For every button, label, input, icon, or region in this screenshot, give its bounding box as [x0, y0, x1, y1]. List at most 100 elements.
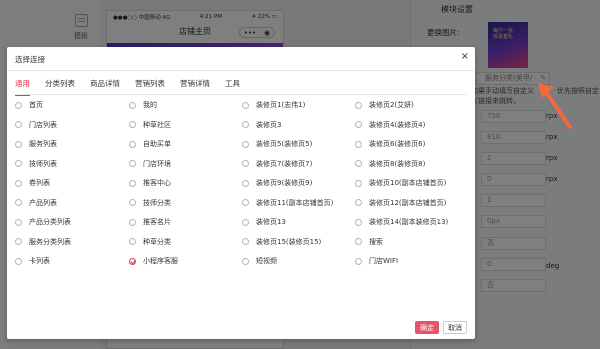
link-option-label: 种草分类 [143, 237, 171, 246]
link-option[interactable]: 首页 [15, 99, 43, 111]
radio-icon[interactable] [242, 257, 249, 265]
link-option[interactable]: 小程序客服 [129, 255, 178, 267]
radio-icon[interactable] [15, 140, 22, 148]
radio-icon[interactable] [15, 160, 22, 167]
radio-checked-icon[interactable] [129, 257, 136, 265]
link-option[interactable]: 产品列表 [15, 197, 57, 209]
link-option[interactable]: 装修页4(装修页4) [355, 119, 425, 131]
radio-icon[interactable] [129, 101, 136, 109]
link-option-label: 装修页5(装修页5) [256, 140, 313, 148]
radio-icon[interactable] [355, 140, 362, 148]
link-option[interactable]: 装修页12(副本店铺首页) [355, 197, 446, 209]
link-option[interactable]: 搜索 [355, 236, 383, 248]
modal-title: 选择连接 [15, 55, 45, 64]
radio-icon[interactable] [242, 101, 249, 109]
tab-1[interactable]: 分类列表 [45, 78, 75, 92]
link-option[interactable]: 装修页6(装修页6) [355, 138, 425, 150]
link-option[interactable]: 装修页8(装修页8) [355, 158, 425, 170]
radio-icon[interactable] [355, 257, 362, 265]
radio-icon[interactable] [355, 101, 362, 109]
radio-icon[interactable] [15, 179, 22, 187]
radio-icon[interactable] [15, 121, 22, 128]
link-option-label: 首页 [29, 101, 43, 109]
radio-icon[interactable] [242, 218, 249, 226]
link-option[interactable]: 推客中心 [129, 177, 171, 189]
link-option-label: 装修页10(副本店铺首页) [369, 179, 447, 187]
link-option-label: 装修页14(副本装修页13) [369, 218, 449, 226]
link-option[interactable]: 短视频 [242, 255, 277, 267]
radio-icon[interactable] [355, 179, 362, 187]
modal-header: 选择连接 × [7, 47, 475, 71]
radio-icon[interactable] [355, 121, 362, 128]
link-option[interactable]: 门店列表 [15, 119, 57, 131]
cancel-button[interactable]: 取消 [443, 321, 467, 334]
tab-3[interactable]: 营销列表 [135, 78, 165, 92]
radio-icon[interactable] [355, 238, 362, 245]
link-option-label: 装修页1(志伟1) [256, 101, 306, 109]
link-option[interactable]: 种草社区 [129, 119, 171, 131]
link-option[interactable]: 推客名片 [129, 216, 171, 228]
link-option[interactable]: 装修页13 [242, 216, 286, 228]
close-icon[interactable]: × [461, 51, 469, 62]
radio-icon[interactable] [15, 101, 22, 109]
radio-icon[interactable] [242, 140, 249, 148]
link-option[interactable]: 装修页5(装修页5) [242, 138, 312, 150]
link-option-label: 短视频 [256, 257, 277, 265]
link-option-label: 产品列表 [29, 198, 57, 207]
link-option[interactable]: 产品分类列表 [15, 216, 71, 228]
tab-0[interactable]: 通用 [15, 78, 30, 96]
link-option[interactable]: 券列表 [15, 177, 50, 189]
radio-icon[interactable] [355, 160, 362, 167]
radio-icon[interactable] [242, 238, 249, 245]
radio-icon[interactable] [15, 218, 22, 226]
link-option[interactable]: 门店环境 [129, 158, 171, 170]
tab-5[interactable]: 工具 [225, 78, 240, 92]
tabs-divider [15, 94, 467, 95]
radio-icon[interactable] [129, 160, 136, 167]
radio-icon[interactable] [355, 218, 362, 226]
radio-icon[interactable] [129, 140, 136, 148]
link-option-label: 搜索 [369, 237, 383, 246]
radio-icon[interactable] [242, 179, 249, 187]
link-option[interactable]: 装修页1(志伟1) [242, 99, 305, 111]
link-option[interactable]: 装修页14(副本装修页13) [355, 216, 448, 228]
link-option[interactable]: 种草分类 [129, 236, 171, 248]
radio-icon[interactable] [129, 238, 136, 245]
radio-icon[interactable] [15, 238, 22, 245]
link-option[interactable]: 自助买单 [129, 138, 171, 150]
link-option[interactable]: 技师列表 [15, 158, 57, 170]
link-option-label: 产品分类列表 [29, 218, 71, 226]
link-option[interactable]: 装修页9(装修页9) [242, 177, 312, 189]
link-option[interactable]: 服务列表 [15, 138, 57, 150]
link-option[interactable]: 服务分类列表 [15, 236, 71, 248]
link-option[interactable]: 技师分类 [129, 197, 171, 209]
link-option[interactable]: 装修页15(装修页15) [242, 236, 321, 248]
tab-2[interactable]: 商品详情 [90, 78, 120, 92]
radio-icon[interactable] [129, 218, 136, 226]
tab-4[interactable]: 营销详情 [180, 78, 210, 92]
link-option-label: 技师分类 [143, 198, 171, 207]
confirm-button[interactable]: 确定 [415, 321, 439, 334]
link-option-label: 装修页4(装修页4) [369, 120, 426, 129]
radio-icon[interactable] [242, 121, 249, 128]
radio-icon[interactable] [129, 199, 136, 206]
radio-icon[interactable] [15, 257, 22, 265]
link-option[interactable]: 装修页10(副本店铺首页) [355, 177, 446, 189]
radio-icon[interactable] [242, 160, 249, 167]
link-option[interactable]: 我的 [129, 99, 157, 111]
radio-icon[interactable] [15, 199, 22, 206]
link-option[interactable]: 装修页2(艾妍) [355, 99, 414, 111]
radio-icon[interactable] [129, 179, 136, 187]
link-option-label: 装修页8(装修页8) [369, 159, 426, 168]
radio-icon[interactable] [129, 121, 136, 128]
radio-icon[interactable] [355, 199, 362, 206]
select-link-modal: 选择连接 × 通用 分类列表 商品详情 营销列表 营销详情 工具 首页门店列表服务列表技师… [7, 47, 475, 339]
link-option[interactable]: 装修页11(副本店铺首页) [242, 197, 333, 209]
radio-icon[interactable] [242, 199, 249, 206]
link-option[interactable]: 卡列表 [15, 255, 50, 267]
link-option[interactable]: 装修页3 [242, 119, 281, 131]
link-option[interactable]: 装修页7(装修页7) [242, 158, 312, 170]
link-option[interactable]: 门店WIFI [355, 255, 398, 267]
link-option-label: 服务分类列表 [29, 237, 71, 246]
link-option-label: 券列表 [29, 179, 50, 187]
